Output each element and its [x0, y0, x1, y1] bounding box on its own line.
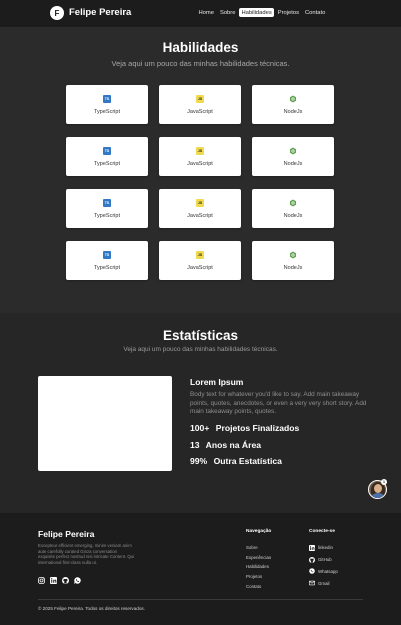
- avatar-face: [374, 484, 382, 493]
- footer-nav-title: Navegação: [246, 529, 272, 534]
- skill-label: TypeScript: [94, 160, 120, 167]
- nav-contato[interactable]: Contato: [303, 8, 328, 17]
- footer-link-contato[interactable]: Contato: [246, 582, 271, 592]
- contact-label: linkedin: [318, 545, 333, 551]
- logo-icon[interactable]: F: [50, 6, 64, 20]
- image-placeholder: [38, 376, 172, 471]
- skill-label: JavaScript: [187, 108, 213, 115]
- nav-projetos[interactable]: Projetos: [275, 8, 301, 17]
- mail-icon: [309, 580, 315, 586]
- javascript-icon: JS: [196, 146, 204, 155]
- typescript-icon: TS: [103, 146, 111, 155]
- skill-card[interactable]: TS TypeScript: [66, 189, 148, 228]
- contact-gmail[interactable]: Gmail: [309, 577, 338, 589]
- skills-grid: TS TypeScript JS JavaScript NodeJs TS TypeScri…: [66, 85, 334, 280]
- contact-whatsapp[interactable]: Whatsapp: [309, 566, 338, 578]
- brand-name[interactable]: Felipe Pereira: [69, 7, 131, 18]
- typescript-icon: TS: [103, 94, 111, 103]
- stats-subtitle: Veja aqui um pouco das minhas habilidade…: [123, 346, 278, 353]
- stat-number: 100+: [190, 423, 210, 433]
- skill-card[interactable]: NodeJs: [252, 241, 334, 280]
- skill-label: NodeJs: [283, 212, 303, 219]
- javascript-icon: JS: [196, 94, 204, 103]
- stat-label: Projetos Finalizados: [215, 423, 300, 433]
- stat-number: 99%: [190, 456, 208, 466]
- nodejs-icon: [289, 147, 297, 155]
- copyright: © 2025 Felipe Pereira. Todos os direitos…: [38, 606, 145, 611]
- contact-label: GitHub: [318, 557, 332, 563]
- footer-contact-title: Conecte-se: [309, 529, 335, 534]
- skills-title: Habilidades: [162, 40, 239, 55]
- main-nav: Home Sobre Habilidades Projetos Contato: [196, 8, 329, 17]
- skill-card[interactable]: JS JavaScript: [159, 241, 241, 280]
- linkedin-icon[interactable]: [50, 577, 57, 584]
- site-header: F Felipe Pereira Home Sobre Habilidades …: [0, 0, 401, 27]
- typescript-icon: TS: [103, 250, 111, 259]
- footer-link-projetos[interactable]: Projetos: [246, 572, 271, 582]
- skill-label: JavaScript: [187, 160, 213, 167]
- nav-sobre[interactable]: Sobre: [217, 8, 237, 17]
- stats-body: Body text for whatever you'd like to say…: [190, 391, 367, 416]
- footer-nav-list: Sobre Experiências Habilidades Projetos …: [246, 543, 271, 591]
- footer-link-sobre[interactable]: Sobre: [246, 543, 271, 553]
- skill-card[interactable]: TS TypeScript: [66, 241, 148, 280]
- skill-label: TypeScript: [94, 212, 120, 219]
- skill-card[interactable]: TS TypeScript: [66, 85, 148, 124]
- instagram-icon[interactable]: [38, 577, 45, 584]
- site-footer: Felipe Pereira Excepteur efficient emerg…: [0, 513, 401, 625]
- github-icon[interactable]: [62, 577, 69, 584]
- footer-socials: [38, 577, 81, 584]
- github-icon: [309, 556, 315, 563]
- skill-card[interactable]: TS TypeScript: [66, 137, 148, 176]
- skill-label: JavaScript: [187, 264, 213, 271]
- footer-link-experiencias[interactable]: Experiências: [246, 553, 271, 563]
- stat-item: 13 Anos na Área: [190, 440, 261, 450]
- nav-home[interactable]: Home: [196, 8, 216, 17]
- javascript-icon: JS: [196, 250, 204, 259]
- skill-label: JavaScript: [187, 212, 213, 219]
- skill-card[interactable]: JS JavaScript: [159, 137, 241, 176]
- stat-number: 13: [190, 440, 200, 450]
- skill-label: NodeJs: [283, 108, 303, 115]
- stat-label: Anos na Área: [205, 440, 262, 450]
- javascript-icon: JS: [196, 198, 204, 207]
- footer-description: Excepteur efficient emerging, minim veni…: [38, 543, 135, 565]
- notification-badge: 1: [381, 479, 387, 485]
- stat-item: 100+ Projetos Finalizados: [190, 423, 299, 433]
- stats-heading: Lorem Ipsum: [190, 377, 244, 387]
- skill-card[interactable]: JS JavaScript: [159, 189, 241, 228]
- contact-label: Gmail: [318, 580, 330, 586]
- skill-card[interactable]: JS JavaScript: [159, 85, 241, 124]
- skill-card[interactable]: NodeJs: [252, 85, 334, 124]
- contact-github[interactable]: GitHub: [309, 554, 338, 566]
- whatsapp-icon: [309, 568, 315, 575]
- skill-label: NodeJs: [283, 160, 303, 167]
- footer-divider: [38, 599, 363, 600]
- nodejs-icon: [289, 251, 297, 259]
- nodejs-icon: [289, 199, 297, 207]
- contact-linkedin[interactable]: linkedin: [309, 542, 338, 554]
- whatsapp-icon[interactable]: [74, 577, 81, 584]
- stat-label: Outra Estatística: [213, 456, 282, 466]
- skill-label: TypeScript: [94, 264, 120, 271]
- skill-label: NodeJs: [283, 264, 303, 271]
- nav-habilidades[interactable]: Habilidades: [238, 8, 275, 17]
- footer-link-habilidades[interactable]: Habilidades: [246, 562, 271, 572]
- stat-item: 99% Outra Estatística: [190, 456, 282, 466]
- skills-subtitle: Veja aqui um pouco das minhas habilidade…: [111, 59, 290, 68]
- typescript-icon: TS: [103, 198, 111, 207]
- nodejs-icon: [289, 95, 297, 103]
- stats-title: Estatísticas: [162, 328, 239, 343]
- skill-card[interactable]: NodeJs: [252, 137, 334, 176]
- skill-card[interactable]: NodeJs: [252, 189, 334, 228]
- linkedin-icon: [309, 544, 315, 551]
- skill-label: TypeScript: [94, 108, 120, 115]
- footer-contact-list: linkedin GitHub Whatsapp Gmail: [309, 542, 338, 589]
- footer-brand: Felipe Pereira: [38, 529, 95, 539]
- contact-label: Whatsapp: [318, 568, 338, 574]
